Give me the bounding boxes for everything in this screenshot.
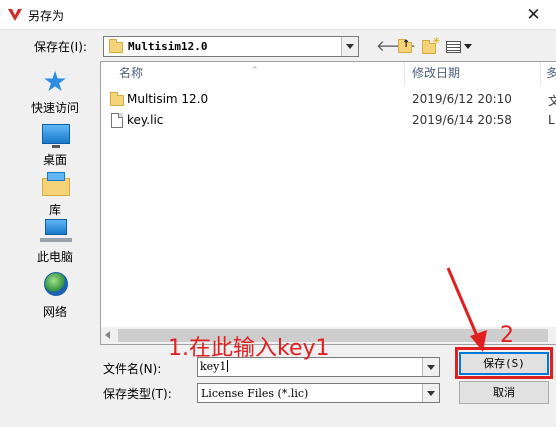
place-quick-access[interactable]: ★ 快速访问 — [22, 66, 88, 118]
place-label: 网络 — [42, 305, 67, 319]
chevron-down-icon[interactable] — [422, 358, 439, 376]
place-library[interactable]: 库 — [22, 168, 88, 220]
up-folder-icon[interactable]: ↑ — [397, 38, 415, 56]
new-folder-icon[interactable]: ✳ — [421, 36, 441, 56]
desktop-icon — [42, 124, 70, 148]
column-label: 名称 — [119, 66, 144, 80]
column-header-date[interactable]: 修改日期 — [406, 62, 541, 86]
sort-ascending-icon: ⌃ — [251, 66, 259, 76]
filetype-select[interactable]: License Files (*.lic) — [197, 383, 440, 403]
network-icon — [44, 272, 68, 296]
star-icon: ★ — [42, 65, 68, 98]
lookin-combo[interactable]: Multisim12.0 — [103, 36, 359, 57]
item-name: key.lic — [127, 113, 164, 127]
filename-label: 文件名(N): — [103, 362, 162, 376]
place-this-pc[interactable]: 此电脑 — [22, 215, 88, 267]
column-label: 修改日期 — [412, 66, 461, 80]
item-date: 2019/6/14 20:58 — [412, 113, 512, 127]
list-item[interactable]: key.lic 2019/6/14 20:58 L — [101, 110, 556, 132]
column-label: 多 — [546, 66, 556, 80]
filetype-label: 保存类型(T): — [103, 387, 172, 401]
item-type: 文 — [548, 92, 556, 109]
item-name: Multisim 12.0 — [127, 92, 209, 106]
view-menu-icon[interactable] — [446, 38, 474, 56]
chevron-down-icon[interactable] — [422, 384, 439, 402]
up-arrow-icon: ↑ — [402, 39, 411, 50]
list-item[interactable]: Multisim 12.0 2019/6/12 20:10 文 — [101, 89, 556, 111]
chevron-down-icon[interactable] — [341, 37, 358, 56]
place-network[interactable]: 网络 — [22, 270, 88, 322]
back-icon[interactable]: 🡐 — [376, 38, 416, 56]
lookin-label: 保存在(I): — [34, 40, 87, 54]
chevron-down-icon — [464, 44, 472, 49]
place-label: 快速访问 — [30, 101, 79, 115]
close-icon: ✕ — [526, 5, 541, 25]
cancel-button[interactable]: 取消 — [459, 381, 549, 404]
file-icon — [111, 113, 123, 128]
details-view-icon — [446, 41, 461, 53]
item-type: L — [548, 113, 555, 127]
computer-icon — [40, 219, 72, 242]
sparkle-icon: ✳ — [432, 36, 441, 47]
annotation-step-1: 1.在此输入key1 — [168, 336, 330, 361]
window-title: 另存为 — [28, 9, 65, 23]
file-list[interactable]: ⌃ 名称 修改日期 多 Multisim 12.0 2019/6/12 20:1… — [100, 61, 556, 345]
place-label: 桌面 — [42, 153, 67, 167]
highlight-box — [455, 347, 553, 379]
title-bar: 另存为 ✕ — [0, 0, 556, 30]
column-header-name[interactable]: ⌃ 名称 — [101, 62, 405, 86]
item-date: 2019/6/12 20:10 — [412, 92, 512, 106]
annotation-step-2: 2 — [500, 323, 514, 348]
library-icon — [42, 172, 70, 196]
column-header-type[interactable]: 多 — [542, 62, 556, 86]
folder-icon — [110, 92, 124, 106]
place-label: 此电脑 — [36, 250, 73, 264]
lookin-value: Multisim12.0 — [128, 40, 208, 53]
scroll-left-icon[interactable] — [105, 331, 110, 339]
multisim-app-icon — [8, 9, 22, 21]
place-desktop[interactable]: 桌面 — [22, 118, 88, 170]
folder-icon — [109, 39, 123, 53]
close-button[interactable]: ✕ — [511, 0, 556, 30]
filetype-value: License Files (*.lic) — [201, 387, 309, 400]
